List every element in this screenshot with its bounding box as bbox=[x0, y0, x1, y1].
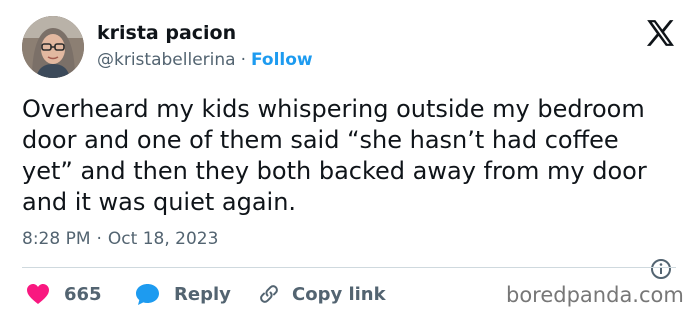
author-handle-row: @kristabellerina · Follow bbox=[97, 50, 313, 70]
link-icon bbox=[260, 285, 278, 303]
follow-button[interactable]: Follow bbox=[251, 50, 313, 70]
like-count: 665 bbox=[64, 283, 102, 305]
author-name[interactable]: krista pacion bbox=[97, 22, 236, 44]
tweet-text: Overheard my kids whispering outside my … bbox=[22, 95, 647, 216]
info-icon[interactable] bbox=[650, 258, 672, 280]
tweet-timestamp[interactable]: 8:28 PM · Oct 18, 2023 bbox=[22, 229, 218, 249]
speech-bubble-icon bbox=[136, 283, 159, 305]
reply-label: Reply bbox=[174, 283, 231, 305]
tweet-date: Oct 18, 2023 bbox=[107, 229, 219, 249]
watermark: boredpanda.com bbox=[506, 283, 684, 307]
tweet-time: 8:28 PM bbox=[22, 229, 91, 249]
avatar[interactable] bbox=[22, 16, 84, 78]
author-handle[interactable]: @kristabellerina bbox=[97, 50, 236, 70]
copy-link-label: Copy link bbox=[292, 283, 386, 305]
divider bbox=[22, 267, 676, 268]
tweet-card: krista pacion @kristabellerina · Follow Ov… bbox=[0, 0, 700, 319]
copy-link-button[interactable]: Copy link bbox=[258, 282, 386, 306]
timestamp-separator: · bbox=[96, 229, 102, 249]
handle-separator: · bbox=[240, 50, 246, 70]
heart-icon bbox=[27, 284, 49, 304]
avatar-image bbox=[22, 16, 84, 78]
reply-button[interactable]: Reply bbox=[135, 282, 231, 306]
x-logo-icon[interactable] bbox=[646, 20, 674, 46]
like-button[interactable]: 665 bbox=[26, 282, 102, 306]
